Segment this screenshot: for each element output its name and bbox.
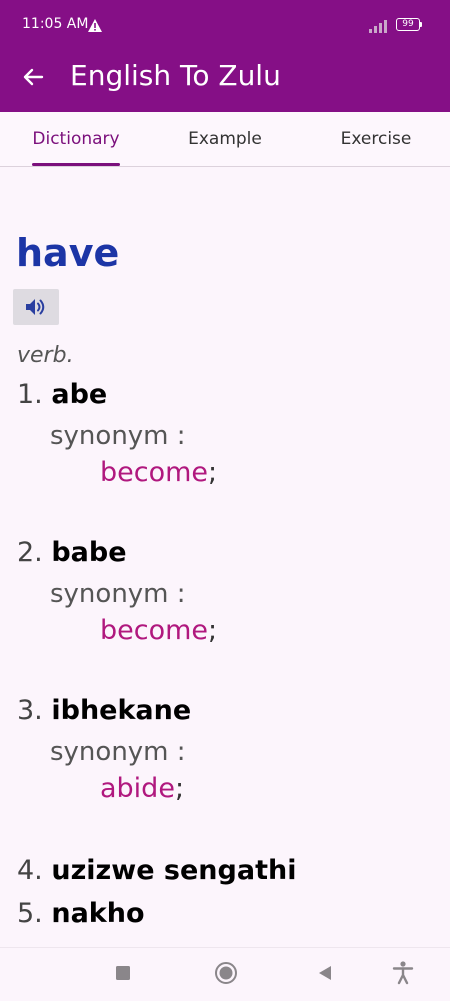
system-nav-bar [0,947,450,1001]
synonym-word[interactable]: become [100,615,208,646]
battery-icon: 99 [396,18,420,31]
speaker-icon [26,299,45,315]
tab-example[interactable]: Example [180,129,270,149]
tab-indicator [32,163,120,166]
synonym-separator: ; [208,457,218,488]
synonym-line: abide; [100,773,184,804]
status-bar: 11:05 AM 99 [0,0,450,50]
synonym-label: synonym : [50,421,186,451]
sense-term: abe [51,379,108,410]
sense-5: 5. nakho [17,898,145,929]
sense-1: 1. abe [17,379,107,410]
sense-term: babe [51,537,127,568]
home-icon[interactable] [213,960,239,990]
sense-number: 2. [17,537,43,568]
synonym-word[interactable]: become [100,457,208,488]
sense-number: 5. [17,898,43,929]
signal-icon [369,18,389,37]
sense-4: 4. uzizwe sengathi [17,855,296,886]
synonym-label: synonym : [50,579,186,609]
synonym-label: synonym : [50,737,186,767]
sense-term: ibhekane [51,695,192,726]
part-of-speech: verb. [17,343,74,368]
tab-dictionary[interactable]: Dictionary [30,129,122,149]
sense-number: 1. [17,379,43,410]
battery-tip [420,22,422,27]
synonym-line: become; [100,457,217,488]
synonym-separator: ; [208,615,218,646]
stop-icon[interactable] [114,960,132,990]
pronounce-button[interactable] [13,289,59,325]
dictionary-content: have verb. 1. abe synonym : become; 2. b… [0,167,450,947]
sense-number: 3. [17,695,43,726]
synonym-line: become; [100,615,217,646]
sense-term: nakho [51,898,145,929]
sense-number: 4. [17,855,43,886]
accessibility-icon[interactable] [391,960,415,990]
app-bar: English To Zulu [0,50,450,112]
tab-bar: Dictionary Example Exercise [0,112,450,167]
synonym-separator: ; [174,773,185,804]
sense-2: 2. babe [17,537,127,568]
sense-3: 3. ibhekane [17,695,191,726]
page-title: English To Zulu [70,59,281,92]
back-arrow-icon[interactable] [18,62,48,92]
battery-level: 99 [402,19,414,29]
status-time: 11:05 AM [22,16,89,32]
warning-icon [88,17,102,36]
synonym-word[interactable]: abide [100,773,175,804]
sense-term: uzizwe sengathi [51,855,297,886]
headword: have [16,231,120,275]
back-triangle-icon[interactable] [316,960,334,990]
tab-exercise[interactable]: Exercise [333,129,419,149]
